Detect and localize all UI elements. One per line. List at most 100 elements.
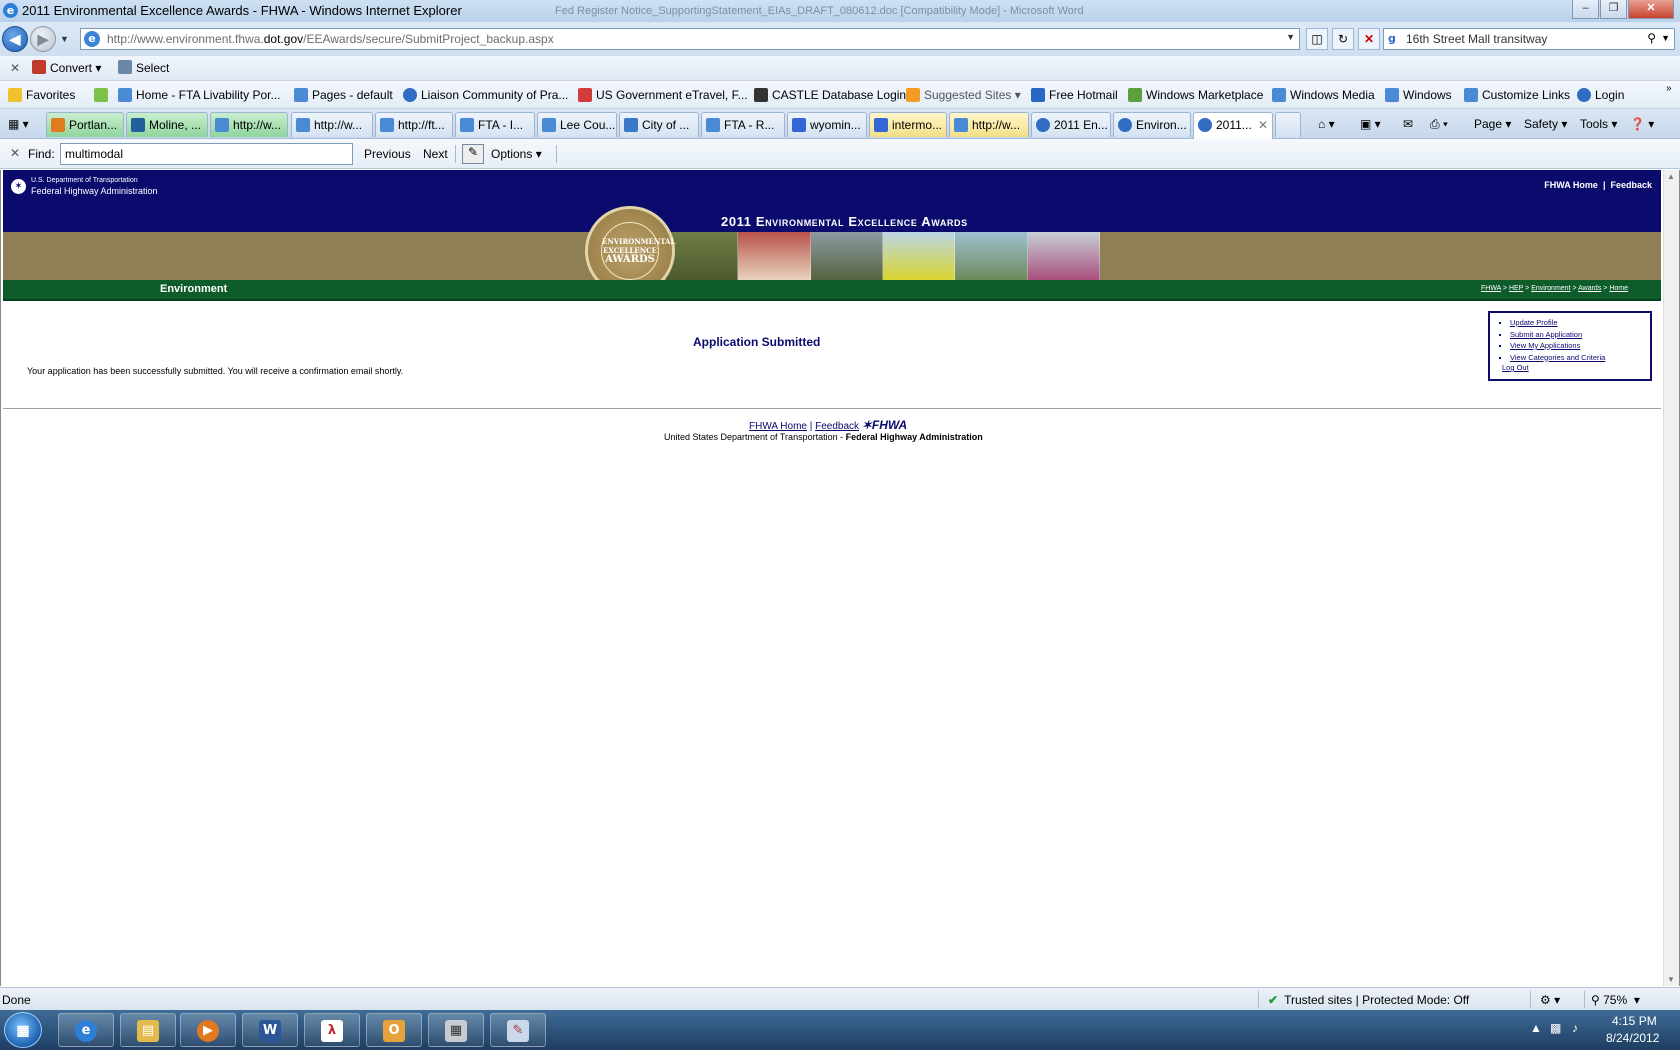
taskbar-ie[interactable]: e [58, 1013, 114, 1047]
tab[interactable]: intermo... [869, 112, 947, 137]
clock-time[interactable]: 4:15 PM [1612, 1014, 1657, 1028]
volume-icon[interactable]: ♪ [1572, 1021, 1578, 1035]
forward-button[interactable]: ▶ [30, 26, 56, 52]
breadcrumb-link[interactable]: FHWA [1481, 285, 1501, 292]
taskbar-acrobat[interactable]: λ [304, 1013, 360, 1047]
help-icon[interactable]: ❓ ▾ [1630, 117, 1654, 131]
search-dropdown-icon[interactable]: ▼ [1661, 33, 1670, 43]
print-icon[interactable]: ⎙ ▾ [1430, 117, 1448, 132]
compatibility-view-icon[interactable]: ◫ [1306, 28, 1328, 50]
back-button[interactable]: ◀ [2, 26, 28, 52]
taskbar-outlook[interactable]: O [366, 1013, 422, 1047]
select-button[interactable]: Select [118, 60, 169, 75]
breadcrumb-link[interactable]: Home [1609, 285, 1628, 292]
feeds-icon[interactable]: ▣ ▾ [1360, 117, 1381, 131]
tab[interactable]: wyomin... [787, 112, 867, 137]
favorite-link[interactable]: Windows [1385, 88, 1452, 102]
scroll-down-icon[interactable]: ▼ [1667, 975, 1675, 984]
close-find-icon[interactable]: ✕ [10, 146, 20, 160]
find-options-button[interactable]: Options ▾ [491, 147, 542, 161]
find-previous-button[interactable]: Previous [364, 147, 411, 161]
footer-home-link[interactable]: FHWA Home [749, 421, 807, 432]
header-home-link[interactable]: FHWA Home [1544, 180, 1598, 190]
breadcrumb-link[interactable]: Awards [1578, 285, 1601, 292]
menu-view-applications[interactable]: View My Applications [1510, 340, 1650, 352]
url-text[interactable]: http://www.environment.fhwa.dot.gov/EEAw… [107, 32, 554, 46]
close-window-button[interactable]: ✕ [1628, 0, 1674, 19]
dot-logo-icon[interactable]: ✶ [11, 179, 26, 194]
tab[interactable]: http://w... [291, 112, 373, 137]
close-toolbar-icon[interactable]: ✕ [10, 61, 20, 75]
popup-settings-icon[interactable]: ⚙ ▾ [1540, 993, 1560, 1007]
quick-tabs-icon[interactable]: ▦ ▾ [8, 117, 29, 131]
tab[interactable]: Portlan... [46, 112, 124, 137]
scroll-up-icon[interactable]: ▲ [1667, 172, 1675, 181]
taskbar-explorer[interactable]: ▤ [120, 1013, 176, 1047]
breadcrumb-link[interactable]: HEP [1509, 285, 1523, 292]
tab[interactable]: FTA - I... [455, 112, 535, 137]
restore-button[interactable]: ❐ [1600, 0, 1627, 19]
favorite-link[interactable]: US Government eTravel, F... [578, 88, 748, 102]
address-bar[interactable]: e http://www.environment.fhwa.dot.gov/EE… [80, 28, 1300, 50]
favorite-link[interactable]: Pages - default [294, 88, 393, 102]
favorite-link[interactable]: Windows Media [1272, 88, 1375, 102]
tab[interactable]: http://w... [949, 112, 1029, 137]
highlight-icon[interactable]: ✎ [462, 144, 484, 164]
favorite-link[interactable]: Free Hotmail [1031, 88, 1118, 102]
search-box[interactable]: g 16th Street Mall transitway ⚲ ▼ [1383, 28, 1675, 50]
favorite-link[interactable]: Login [1577, 88, 1624, 102]
refresh-icon[interactable]: ↻ [1332, 28, 1354, 50]
network-icon[interactable]: ▩ [1550, 1021, 1561, 1035]
vertical-scrollbar[interactable]: ▲ ▼ [1663, 170, 1679, 986]
suggested-sites-link[interactable]: Suggested Sites ▾ [906, 88, 1021, 102]
find-input[interactable] [60, 143, 353, 165]
new-tab-button[interactable] [1275, 112, 1301, 137]
taskbar-paint[interactable]: ✎ [490, 1013, 546, 1047]
taskbar-calculator[interactable]: ▦ [428, 1013, 484, 1047]
show-hidden-icons[interactable]: ▲ [1530, 1021, 1542, 1035]
favorite-link[interactable]: Windows Marketplace [1128, 88, 1263, 102]
favorite-link[interactable]: CASTLE Database Login [754, 88, 906, 102]
search-query[interactable]: 16th Street Mall transitway [1406, 32, 1547, 46]
taskbar-word[interactable]: W [242, 1013, 298, 1047]
tab[interactable]: City of ... [619, 112, 699, 137]
taskbar-media-player[interactable]: ▶ [180, 1013, 236, 1047]
stop-icon[interactable]: ✕ [1358, 28, 1380, 50]
more-favorites-icon[interactable]: » [1666, 83, 1672, 94]
breadcrumb-link[interactable]: Environment [1531, 285, 1570, 292]
tab[interactable]: Lee Cou... [537, 112, 617, 137]
home-icon[interactable]: ⌂ ▾ [1318, 117, 1335, 131]
page-menu[interactable]: Page ▾ [1474, 117, 1511, 131]
menu-view-categories[interactable]: View Categories and Criteria [1510, 352, 1650, 364]
favorite-link[interactable]: Customize Links [1464, 88, 1570, 102]
tab[interactable]: 2011 En... [1031, 112, 1111, 137]
footer-feedback-link[interactable]: Feedback [815, 421, 859, 432]
address-dropdown-icon[interactable]: ▼ [1286, 32, 1295, 42]
read-mail-icon[interactable]: ✉ [1403, 117, 1413, 131]
menu-submit-application[interactable]: Submit an Application [1510, 329, 1650, 341]
tools-menu[interactable]: Tools ▾ [1580, 117, 1617, 131]
tab[interactable]: Moline, ... [126, 112, 208, 137]
add-to-favorites-bar-icon[interactable] [94, 88, 112, 102]
safety-menu[interactable]: Safety ▾ [1524, 117, 1567, 131]
security-zone[interactable]: ✔ Trusted sites | Protected Mode: Off [1268, 993, 1469, 1007]
start-button[interactable]: ▦ [4, 1012, 42, 1048]
tab-active[interactable]: 2011... ✕ [1193, 112, 1273, 139]
find-next-button[interactable]: Next [423, 147, 448, 161]
search-icon[interactable]: ⚲ [1647, 31, 1656, 45]
favorite-link[interactable]: Home - FTA Livability Por... [118, 88, 281, 102]
header-feedback-link[interactable]: Feedback [1610, 180, 1652, 190]
tab[interactable]: Environ... [1113, 112, 1191, 137]
menu-update-profile[interactable]: Update Profile [1510, 317, 1650, 329]
history-dropdown-icon[interactable]: ▼ [60, 34, 69, 44]
zoom-level[interactable]: ⚲ 75% ▾ [1591, 993, 1640, 1007]
close-tab-icon[interactable]: ✕ [1258, 118, 1268, 132]
convert-button[interactable]: Convert ▾ [32, 60, 101, 75]
clock-date[interactable]: 8/24/2012 [1606, 1031, 1659, 1045]
favorite-link[interactable]: Liaison Community of Pra... [403, 88, 568, 102]
tab[interactable]: http://w... [210, 112, 288, 137]
tab[interactable]: http://ft... [375, 112, 453, 137]
minimize-button[interactable]: – [1572, 0, 1599, 19]
logout-link[interactable]: Log Out [1502, 363, 1529, 372]
favorites-button[interactable]: Favorites [8, 88, 75, 102]
